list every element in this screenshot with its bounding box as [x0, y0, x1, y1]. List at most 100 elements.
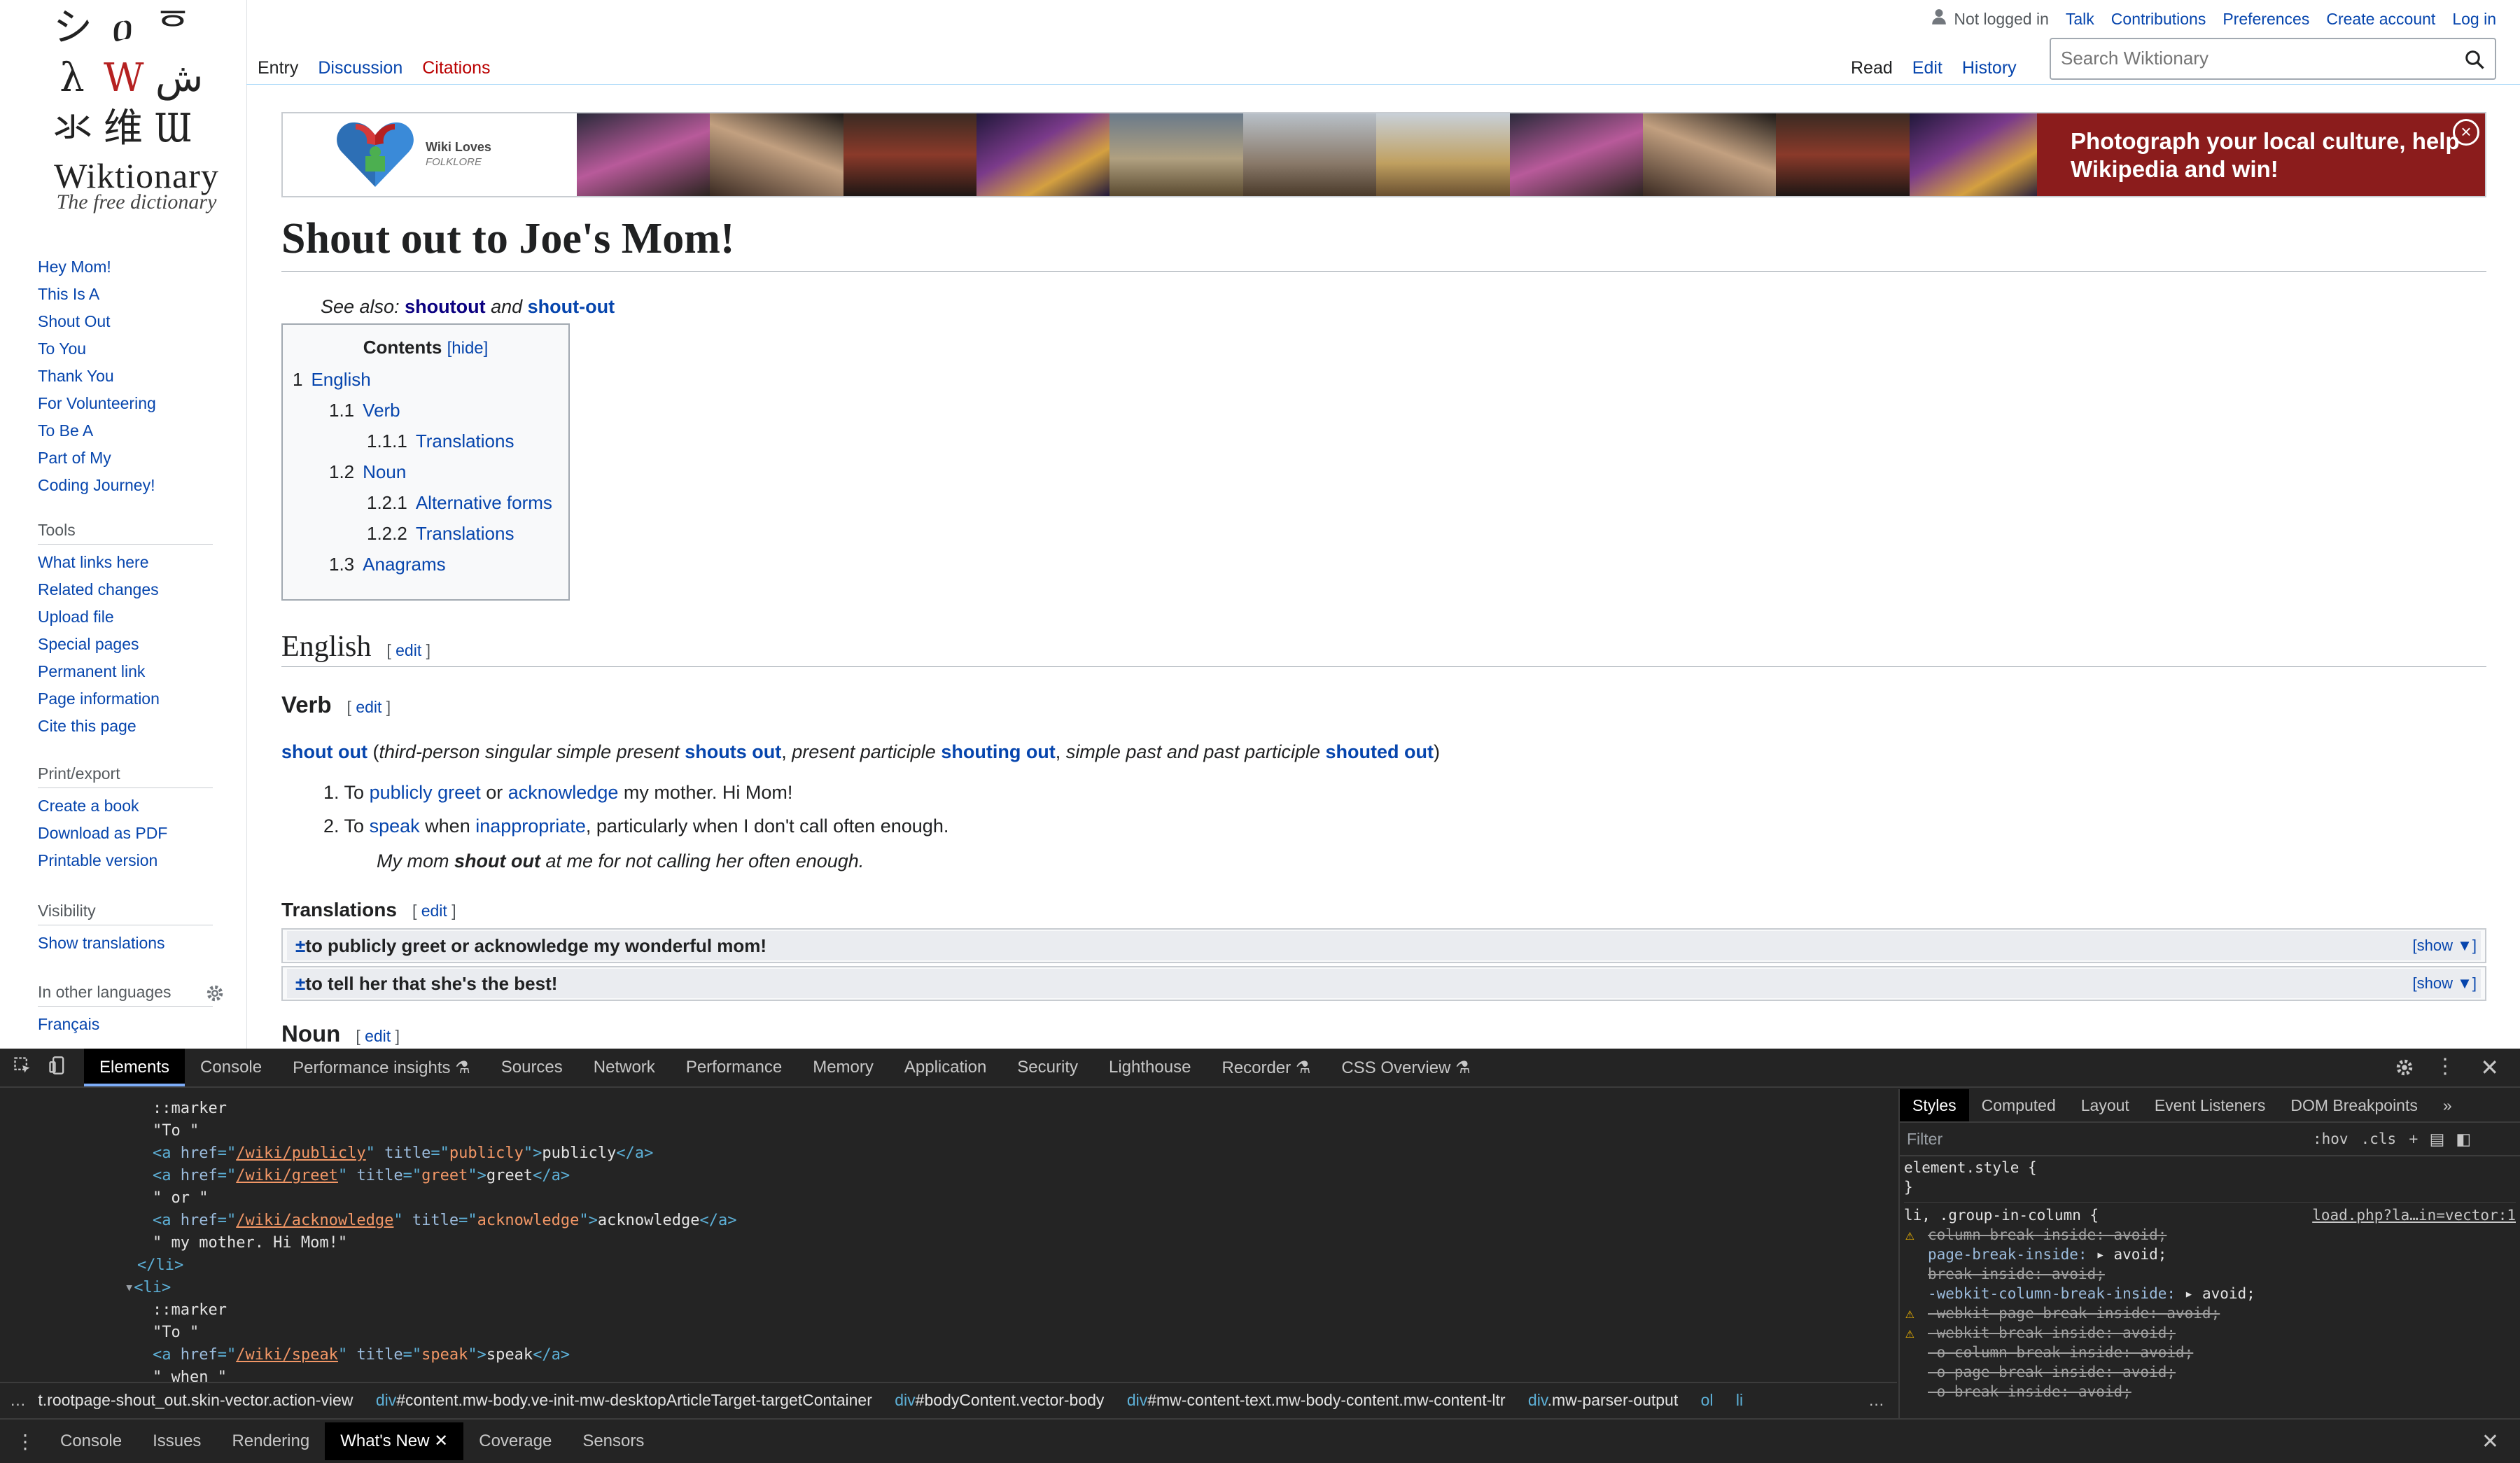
- definition-link[interactable]: acknowledge: [508, 782, 619, 803]
- new-rule-icon[interactable]: +: [2409, 1130, 2418, 1149]
- css-declaration[interactable]: ⚠ column-break-inside: avoid;: [1904, 1225, 2516, 1245]
- css-declaration[interactable]: -webkit-column-break-inside: ▸ avoid;: [1904, 1284, 2516, 1303]
- crumb[interactable]: ol: [1701, 1391, 1714, 1409]
- search-input[interactable]: [2061, 39, 2453, 77]
- devtools-tab-sources[interactable]: Sources: [486, 1058, 578, 1077]
- sidebar-tool-link[interactable]: Upload file: [38, 603, 248, 631]
- crumb[interactable]: div#content.mw-body.ve-init-mw-desktopAr…: [376, 1391, 872, 1409]
- toc-item[interactable]: 1.1.1 Translations: [293, 426, 559, 456]
- toc-item[interactable]: 1.2.2 Translations: [293, 518, 559, 549]
- wiktionary-logo[interactable]: シ ዐ ᅙλ Wش氺维Ɯ Wiktionary The free dictionary: [28, 0, 231, 231]
- sidebar-item[interactable]: Thank You: [38, 363, 248, 390]
- close-drawer-icon[interactable]: ✕: [2482, 1429, 2499, 1454]
- banner-close-icon[interactable]: ×: [2453, 119, 2479, 146]
- css-declaration[interactable]: -o-page-break-inside: avoid;: [1904, 1362, 2516, 1382]
- styles-tab-computed[interactable]: Computed: [1969, 1096, 2068, 1115]
- contributions-link[interactable]: Contributions: [2111, 10, 2206, 29]
- styles-filter-input[interactable]: Filter: [1907, 1130, 2313, 1149]
- toc-item[interactable]: 1.3 Anagrams: [293, 549, 559, 580]
- devtools-tab-performance[interactable]: Performance: [671, 1058, 797, 1077]
- css-rule-li-group[interactable]: li, .group-in-column { load.php?la…in=ve…: [1904, 1205, 2516, 1225]
- element-style-rule[interactable]: element.style {: [1904, 1158, 2516, 1177]
- devtools-tab-console[interactable]: Console: [185, 1058, 277, 1077]
- css-declaration[interactable]: -o-break-inside: avoid;: [1904, 1382, 2516, 1401]
- dom-node[interactable]: " when ": [153, 1366, 227, 1382]
- styles-tab-event-listeners[interactable]: Event Listeners: [2142, 1096, 2278, 1115]
- inspect-element-icon[interactable]: [0, 1056, 42, 1080]
- sidebar-item[interactable]: Coding Journey!: [38, 472, 248, 499]
- edit-section-link[interactable]: edit: [356, 698, 382, 716]
- rule-source-link[interactable]: load.php?la…in=vector:1: [2312, 1205, 2516, 1225]
- see-also-link[interactable]: shoutout: [405, 296, 485, 317]
- drawer-tab[interactable]: Console: [45, 1432, 137, 1451]
- drawer-tab[interactable]: Coverage: [463, 1432, 567, 1451]
- close-tab-icon[interactable]: ✕: [434, 1432, 448, 1450]
- see-also-link[interactable]: shout-out: [528, 296, 615, 317]
- css-declaration[interactable]: break-inside: avoid;: [1904, 1264, 2516, 1284]
- sidebar-print-link[interactable]: Download as PDF: [38, 820, 248, 847]
- sidebar-toggle-icon[interactable]: ◧: [2456, 1130, 2471, 1149]
- dom-node[interactable]: <a href="/wiki/greet" title="greet">gree…: [153, 1165, 570, 1187]
- sidebar-tool-link[interactable]: Page information: [38, 685, 248, 713]
- definition-link[interactable]: greet: [438, 782, 481, 803]
- sidebar-item[interactable]: Hey Mom!: [38, 253, 248, 281]
- dom-node[interactable]: <a href="/wiki/speak" title="speak">spea…: [153, 1344, 570, 1366]
- drawer-tab-whats-new[interactable]: What's New ✕: [325, 1422, 464, 1460]
- devtools-tab-elements[interactable]: Elements: [84, 1049, 186, 1086]
- sidebar-tool-link[interactable]: Permanent link: [38, 658, 248, 685]
- headword[interactable]: shout out: [281, 741, 368, 762]
- wiki-loves-folklore-banner[interactable]: Wiki Loves FOLKLORE Photograph your loca…: [281, 112, 2486, 197]
- toc-hide-toggle[interactable]: [hide]: [447, 339, 489, 358]
- devtools-tab-lighthouse[interactable]: Lighthouse: [1093, 1058, 1206, 1077]
- crumb-ellipsis[interactable]: …: [10, 1383, 26, 1417]
- crumb[interactable]: div#bodyContent.vector-body: [895, 1391, 1104, 1409]
- translation-box-header[interactable]: ±to tell her that she's the best! [show ▼…: [287, 969, 2481, 998]
- sidebar-item[interactable]: To You: [38, 335, 248, 363]
- definition-link[interactable]: inappropriate: [475, 816, 586, 836]
- search-icon[interactable]: [2464, 49, 2485, 70]
- warning-icon[interactable]: ⚠: [1905, 1303, 1914, 1323]
- inflection-link[interactable]: shouts out: [685, 741, 781, 762]
- log-in-link[interactable]: Log in: [2452, 10, 2496, 29]
- css-declaration[interactable]: ⚠ -webkit-page-break-inside: avoid;: [1904, 1303, 2516, 1323]
- dom-node[interactable]: "To ": [153, 1322, 199, 1344]
- toc-item[interactable]: 1.2 Noun: [293, 456, 559, 487]
- create-account-link[interactable]: Create account: [2326, 10, 2435, 29]
- more-options-icon[interactable]: ⋮: [2435, 1054, 2456, 1079]
- styles-tab-dom-breakpoints[interactable]: DOM Breakpoints: [2278, 1096, 2430, 1115]
- sidebar-tool-link[interactable]: Cite this page: [38, 713, 248, 740]
- sidebar-item[interactable]: To Be A: [38, 417, 248, 444]
- devtools-tab-memory[interactable]: Memory: [797, 1058, 889, 1077]
- crumb[interactable]: t.rootpage-shout_out.skin-vector.action-…: [38, 1391, 353, 1409]
- gear-icon[interactable]: [204, 983, 225, 1004]
- drawer-tab[interactable]: Rendering: [216, 1432, 325, 1451]
- more-tabs-icon[interactable]: »: [2430, 1096, 2465, 1115]
- dom-node[interactable]: "To ": [153, 1120, 199, 1142]
- tab-citations[interactable]: Citations: [412, 58, 500, 85]
- tab-discussion[interactable]: Discussion: [308, 58, 412, 85]
- devtools-tab-recorder[interactable]: Recorder ⚗: [1206, 1058, 1326, 1078]
- tab-edit[interactable]: Edit: [1903, 58, 1952, 85]
- dom-node[interactable]: <a href="/wiki/publicly" title="publicly…: [153, 1142, 653, 1165]
- sidebar-tool-link[interactable]: Special pages: [38, 631, 248, 658]
- banner-call-to-action[interactable]: Photograph your local culture, help Wiki…: [2037, 113, 2485, 196]
- warning-icon[interactable]: ⚠: [1905, 1323, 1914, 1343]
- devtools-tab-application[interactable]: Application: [889, 1058, 1002, 1077]
- show-translations-link[interactable]: Show translations: [38, 930, 248, 957]
- edit-section-link[interactable]: edit: [421, 902, 447, 920]
- close-devtools-icon[interactable]: ✕: [2480, 1054, 2499, 1081]
- talk-link[interactable]: Talk: [2066, 10, 2094, 29]
- styles-tab-styles[interactable]: Styles: [1900, 1089, 1969, 1121]
- toc-item[interactable]: 1 English: [293, 364, 559, 395]
- css-declaration[interactable]: -o-column-break-inside: avoid;: [1904, 1343, 2516, 1362]
- devtools-tab-security[interactable]: Security: [1002, 1058, 1093, 1077]
- sidebar-print-link[interactable]: Create a book: [38, 792, 248, 820]
- dom-node[interactable]: " or ": [153, 1187, 208, 1210]
- sidebar-tool-link[interactable]: Related changes: [38, 576, 248, 603]
- expand-triangle-icon[interactable]: ▾: [125, 1279, 134, 1296]
- sidebar-tool-link[interactable]: What links here: [38, 549, 248, 576]
- class-toggle[interactable]: .cls: [2361, 1130, 2397, 1147]
- warning-icon[interactable]: ⚠: [1905, 1225, 1914, 1245]
- translation-box-header[interactable]: ±to publicly greet or acknowledge my won…: [287, 931, 2481, 960]
- devtools-tab-network[interactable]: Network: [578, 1058, 671, 1077]
